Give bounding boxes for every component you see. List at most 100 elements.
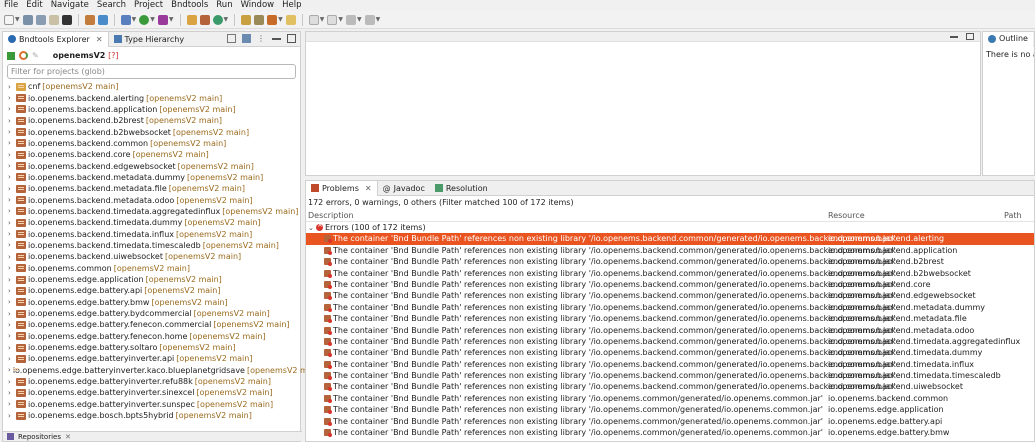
tree-item[interactable]: › io.openems.common [openemsV2 main] — [3, 263, 300, 274]
view-menu-icon[interactable]: ⋮ — [257, 34, 266, 43]
new-package-icon[interactable] — [199, 14, 210, 25]
menu-item-window[interactable]: Window — [237, 0, 279, 11]
errors-group[interactable]: ⌄ Errors (100 of 172 items) — [306, 221, 1034, 233]
chevron-right-icon[interactable]: › — [8, 287, 16, 295]
problem-row[interactable]: The container 'Bnd Bundle Path' referenc… — [306, 279, 1034, 290]
menu-item-help[interactable]: Help — [278, 0, 305, 11]
save-icon[interactable] — [22, 14, 33, 25]
minimize-icon[interactable] — [950, 33, 958, 38]
tree-item[interactable]: › io.openems.backend.metadata.odoo [openem… — [3, 194, 300, 205]
tree-item[interactable]: › io.openems.edge.battery.bmw [openemsV2 m… — [3, 297, 300, 308]
collapse-all-icon[interactable] — [227, 34, 236, 43]
prev-annotation-icon[interactable] — [327, 14, 338, 25]
problem-row[interactable]: The container 'Bnd Bundle Path' referenc… — [306, 256, 1034, 267]
tree-item[interactable]: › io.openems.edge.batteryinverter.sinexce… — [3, 387, 300, 398]
chevron-right-icon[interactable]: › — [8, 230, 16, 238]
chevron-down-icon[interactable]: ▼ — [376, 16, 381, 23]
tree-item[interactable]: › io.openems.edge.batteryinverter.kaco.bl… — [3, 365, 323, 376]
menu-item-bndtools[interactable]: Bndtools — [167, 0, 212, 11]
menu-item-project[interactable]: Project — [130, 0, 167, 11]
chevron-down-icon[interactable]: ▼ — [132, 16, 137, 23]
chevron-right-icon[interactable]: › — [8, 321, 16, 329]
problem-row[interactable]: The container 'Bnd Bundle Path' referenc… — [306, 245, 1034, 256]
refresh-icon[interactable] — [19, 51, 28, 60]
chevron-right-icon[interactable]: › — [8, 253, 16, 261]
column-resource[interactable]: Resource — [828, 211, 865, 220]
tree-item[interactable]: › io.openems.edge.battery.soltaro [openems… — [3, 342, 300, 353]
tab-resolution[interactable]: Resolution — [430, 181, 493, 196]
tree-item[interactable]: › io.openems.edge.batteryinverter.sunspec… — [3, 399, 300, 410]
menu-item-edit[interactable]: Edit — [22, 0, 46, 11]
chevron-right-icon[interactable]: › — [8, 173, 16, 181]
maximize-icon[interactable] — [966, 33, 974, 40]
bndtools-icon[interactable] — [84, 14, 95, 25]
tree-item[interactable]: › io.openems.edge.battery.fenecon.commerc… — [3, 319, 300, 330]
menu-item-navigate[interactable]: Navigate — [47, 0, 93, 11]
annotation-icon[interactable] — [285, 14, 296, 25]
problem-row[interactable]: The container 'Bnd Bundle Path' referenc… — [306, 381, 1034, 392]
save-all-icon[interactable] — [35, 14, 46, 25]
tree-item[interactable]: › io.openems.backend.timedata.dummy [opene… — [3, 217, 300, 228]
close-icon[interactable]: ✕ — [65, 433, 71, 441]
tree-item[interactable]: › io.openems.backend.alerting [openemsV2 m… — [3, 92, 300, 103]
chevron-right-icon[interactable]: › — [8, 83, 16, 91]
tree-item[interactable]: › io.openems.edge.batteryinverter.refu88k… — [3, 376, 300, 387]
menu-item-file[interactable]: File — [0, 0, 22, 11]
forward-icon[interactable] — [364, 14, 375, 25]
problem-row[interactable]: The container 'Bnd Bundle Path' referenc… — [306, 302, 1034, 313]
chevron-right-icon[interactable]: › — [8, 94, 16, 102]
filter-input[interactable] — [11, 67, 281, 76]
run-icon[interactable] — [139, 14, 150, 25]
tree-item[interactable]: › io.openems.edge.battery.api [openemsV2 m… — [3, 285, 300, 296]
run-icon[interactable] — [7, 51, 15, 60]
chevron-right-icon[interactable]: › — [8, 264, 16, 272]
tree-item[interactable]: › io.openems.backend.common [openemsV2 mai… — [3, 138, 300, 149]
chevron-right-icon[interactable]: › — [8, 332, 16, 340]
problem-row[interactable]: The container 'Bnd Bundle Path' referenc… — [306, 313, 1034, 324]
close-icon[interactable]: ✕ — [96, 35, 103, 44]
tab-repositories[interactable]: Repositories — [18, 433, 61, 441]
problem-row[interactable]: The container 'Bnd Bundle Path' referenc… — [306, 268, 1034, 279]
chevron-right-icon[interactable]: › — [8, 378, 16, 386]
tree-item[interactable]: › io.openems.edge.batteryinverter.api [ope… — [3, 353, 300, 364]
tab-problems[interactable]: Problems ✕ — [306, 181, 378, 196]
link-editor-icon[interactable] — [242, 34, 251, 43]
tree-item[interactable]: › io.openems.backend.edgewebsocket [openem… — [3, 160, 300, 171]
tree-item[interactable]: › io.openems.backend.metadata.file [openem… — [3, 183, 300, 194]
chevron-right-icon[interactable]: › — [8, 400, 16, 408]
chevron-down-icon[interactable]: ▼ — [150, 16, 155, 23]
problem-row[interactable]: The container 'Bnd Bundle Path' referenc… — [306, 290, 1034, 301]
chevron-right-icon[interactable]: › — [8, 298, 16, 306]
tree-item[interactable]: › io.openems.backend.timedata.timescaledb… — [3, 240, 300, 251]
problem-row[interactable]: The container 'Bnd Bundle Path' referenc… — [306, 427, 1034, 438]
chevron-down-icon[interactable]: ▼ — [169, 16, 174, 23]
new-java-project-icon[interactable] — [186, 14, 197, 25]
problem-row[interactable]: The container 'Bnd Bundle Path' referenc… — [306, 416, 1034, 427]
minimize-icon[interactable] — [272, 34, 281, 40]
next-annotation-icon[interactable] — [308, 14, 319, 25]
column-description[interactable]: Description — [308, 211, 354, 220]
tree-item[interactable]: › io.openems.edge.battery.bydcommercial [o… — [3, 308, 300, 319]
tree-item[interactable]: › cnf [openemsV2 main] — [3, 81, 300, 92]
problem-row[interactable]: The container 'Bnd Bundle Path' referenc… — [306, 347, 1034, 358]
tree-item[interactable]: › io.openems.backend.b2bwebsocket [openems… — [3, 126, 300, 137]
chevron-right-icon[interactable]: › — [8, 185, 16, 193]
chevron-down-icon[interactable]: ▼ — [15, 16, 20, 23]
release-icon[interactable] — [97, 14, 108, 25]
chevron-down-icon[interactable]: ▼ — [338, 16, 343, 23]
tab-bndtools-explorer[interactable]: Bndtools Explorer ✕ — [3, 31, 109, 47]
column-path[interactable]: Path — [1004, 211, 1022, 220]
chevron-right-icon[interactable]: › — [8, 219, 16, 227]
debug-icon[interactable] — [120, 14, 131, 25]
terminal-icon[interactable] — [61, 14, 72, 25]
chevron-down-icon[interactable]: ▼ — [357, 16, 362, 23]
menu-item-run[interactable]: Run — [212, 0, 236, 11]
tree-item[interactable]: › io.openems.backend.application [openemsV… — [3, 104, 300, 115]
problem-row[interactable]: The container 'Bnd Bundle Path' referenc… — [306, 393, 1034, 404]
tree-item[interactable]: › io.openems.backend.timedata.influx [open… — [3, 228, 300, 239]
chevron-right-icon[interactable]: › — [8, 344, 16, 352]
build-icon[interactable] — [48, 14, 59, 25]
chevron-right-icon[interactable]: › — [8, 366, 11, 374]
back-icon[interactable] — [346, 14, 356, 25]
chevron-right-icon[interactable]: › — [8, 355, 16, 363]
